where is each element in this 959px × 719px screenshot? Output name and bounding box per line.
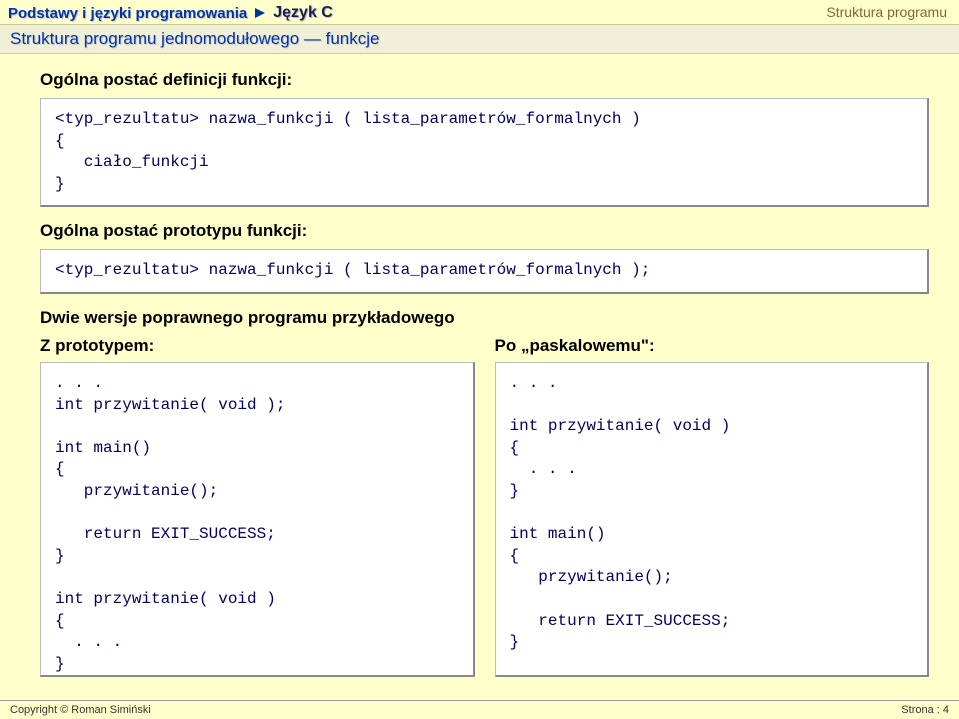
footer-page: Strona : 4 bbox=[901, 704, 949, 716]
two-versions-title: Dwie wersje poprawnego programu przykład… bbox=[40, 308, 929, 328]
left-column: Z prototypem: . . . int przywitanie( voi… bbox=[40, 336, 475, 691]
breadcrumb-parent[interactable]: Podstawy i języki programowania bbox=[8, 5, 247, 22]
header-section-label: Struktura programu bbox=[826, 4, 947, 20]
subtitle: Struktura programu jednomodułowego — fun… bbox=[10, 29, 379, 48]
arrow-right-icon bbox=[253, 6, 267, 20]
right-column: Po „paskalowemu": . . . int przywitanie(… bbox=[495, 336, 930, 691]
header-bar: Podstawy i języki programowania Język C … bbox=[0, 0, 959, 22]
footer: Copyright © Roman Simiński Strona : 4 bbox=[0, 700, 959, 719]
subtitle-bar: Struktura programu jednomodułowego — fun… bbox=[0, 24, 959, 54]
two-column-layout: Z prototypem: . . . int przywitanie( voi… bbox=[40, 336, 929, 691]
left-column-title: Z prototypem: bbox=[40, 336, 475, 356]
prototype-title: Ogólna postać prototypu funkcji: bbox=[40, 221, 929, 241]
breadcrumb: Podstawy i języki programowania Język C bbox=[8, 4, 951, 22]
right-code: . . . int przywitanie( void ) { . . . } … bbox=[495, 362, 930, 677]
footer-copyright: Copyright © Roman Simiński bbox=[10, 704, 151, 716]
left-code: . . . int przywitanie( void ); int main(… bbox=[40, 362, 475, 677]
definition-code: <typ_rezultatu> nazwa_funkcji ( lista_pa… bbox=[40, 98, 929, 207]
definition-title: Ogólna postać definicji funkcji: bbox=[40, 70, 929, 90]
content: Ogólna postać definicji funkcji: <typ_re… bbox=[0, 54, 959, 701]
prototype-code: <typ_rezultatu> nazwa_funkcji ( lista_pa… bbox=[40, 249, 929, 294]
right-column-title: Po „paskalowemu": bbox=[495, 336, 930, 356]
breadcrumb-current: Język C bbox=[273, 4, 333, 22]
